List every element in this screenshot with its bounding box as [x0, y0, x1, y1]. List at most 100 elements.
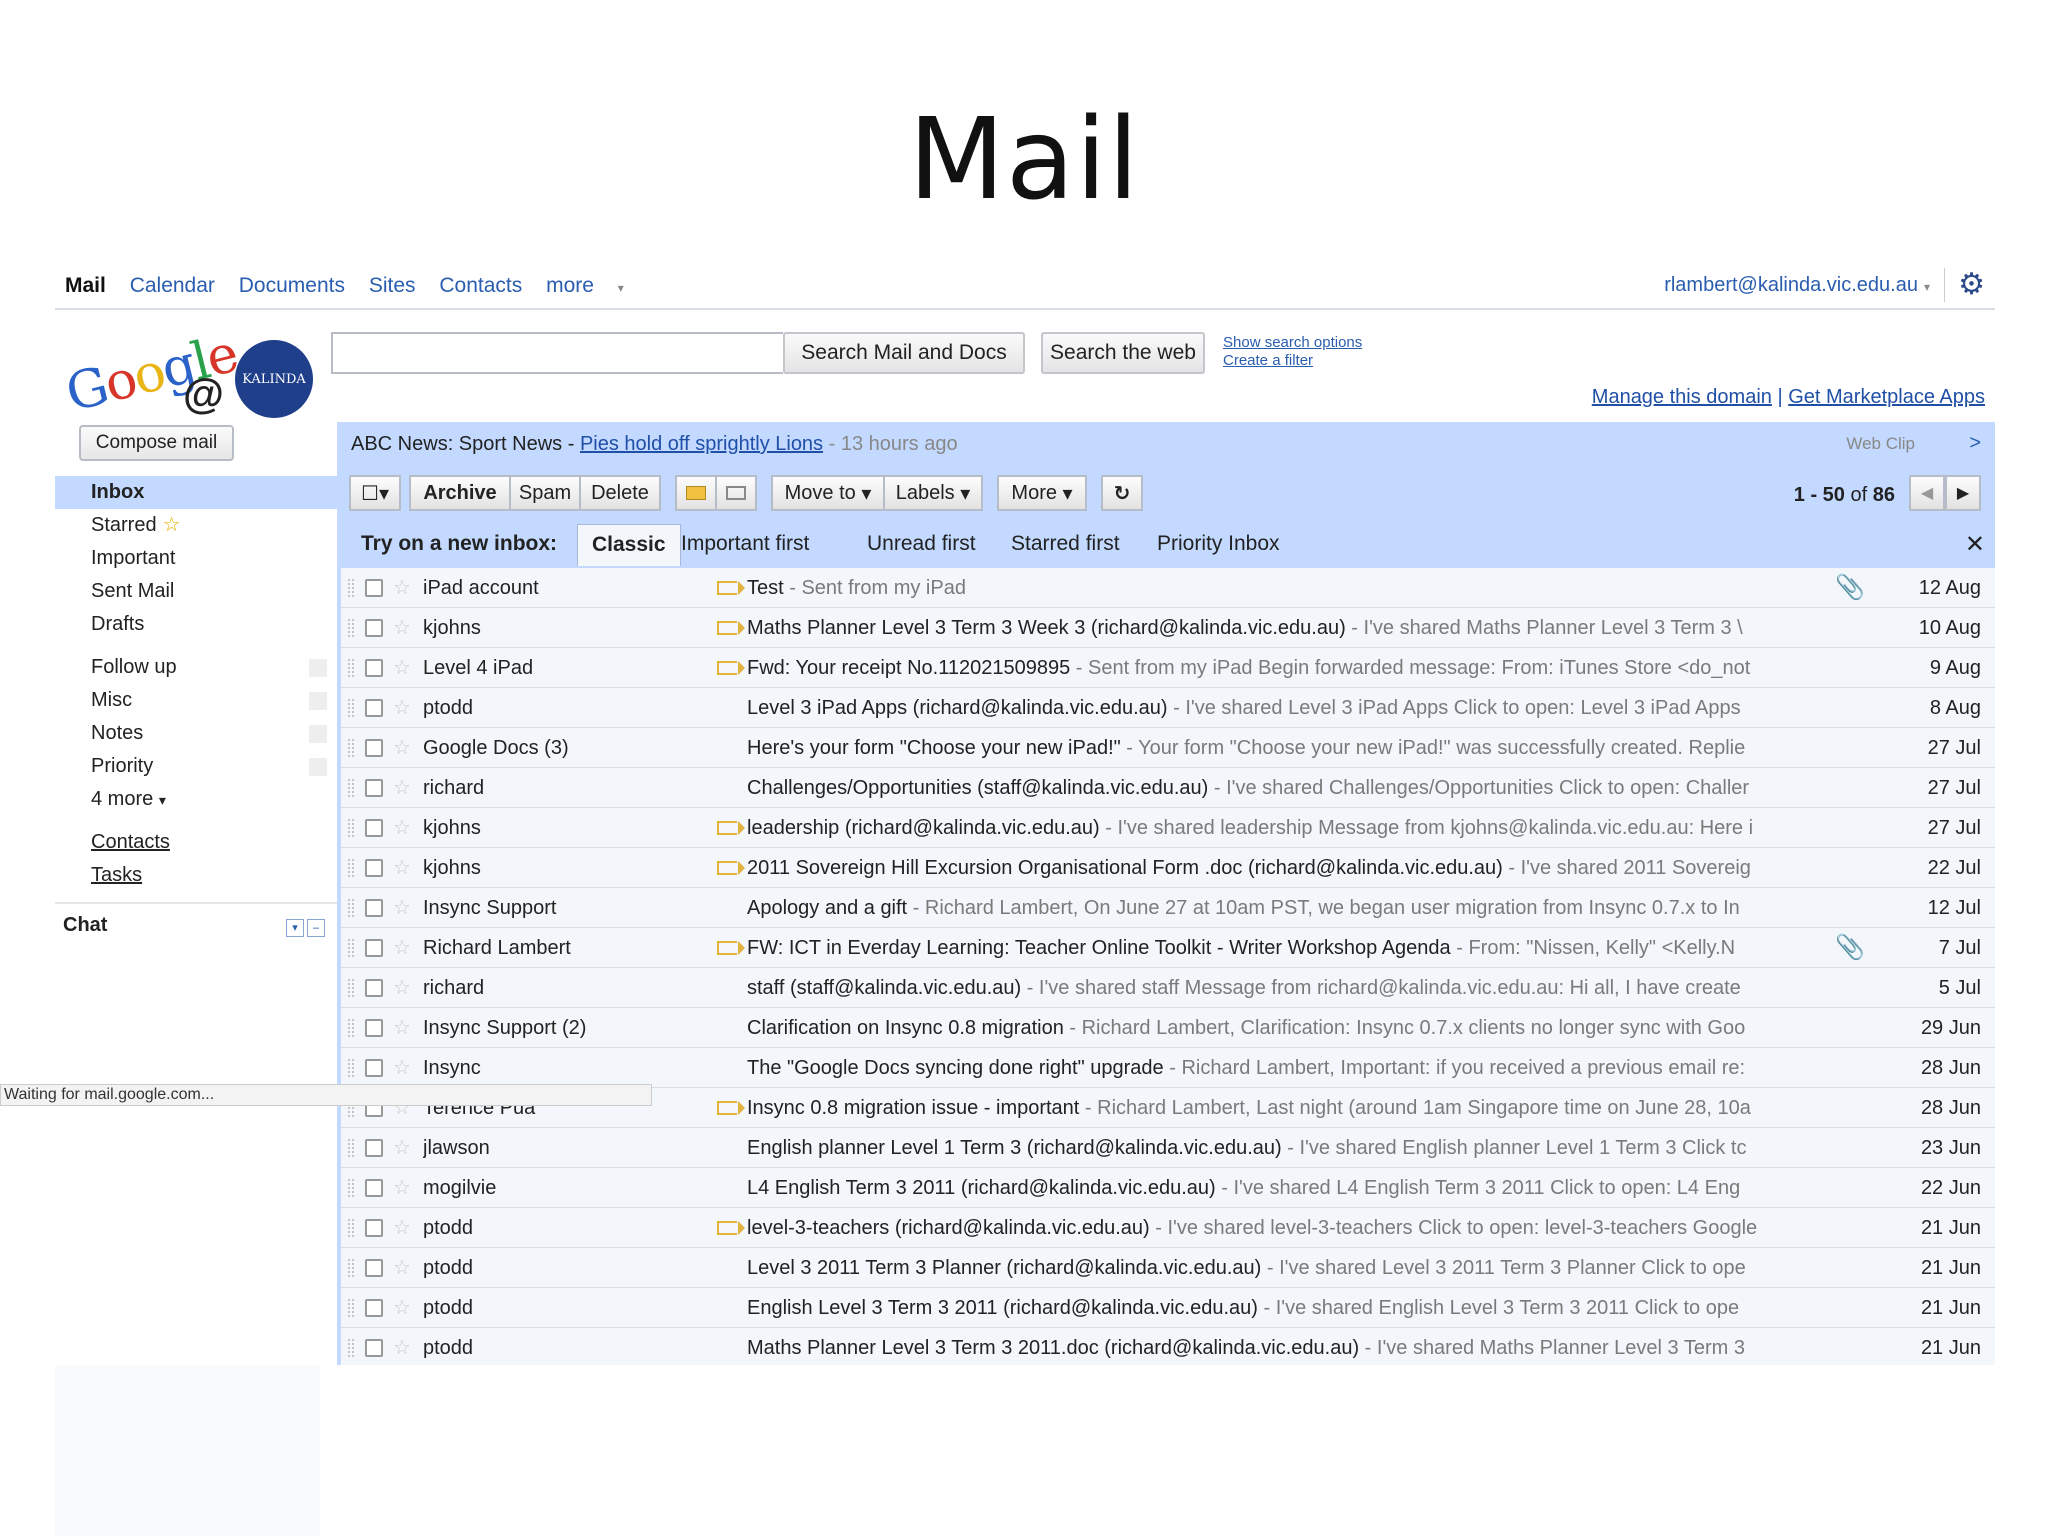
row-checkbox[interactable] — [365, 779, 383, 797]
nav-mail[interactable]: Mail — [65, 274, 106, 297]
web-clip-headline[interactable]: Pies hold off sprightly Lions — [580, 433, 823, 455]
important-marker-icon[interactable] — [717, 1101, 745, 1115]
label-color-swatch[interactable] — [309, 758, 327, 776]
archive-button[interactable]: Archive — [409, 475, 511, 511]
delete-button[interactable]: Delete — [579, 475, 661, 511]
message-row[interactable]: ☆ Richard Lambert FW: ICT in Everday Learn… — [341, 928, 1995, 968]
search-input[interactable] — [331, 332, 783, 374]
sidebar-item-important[interactable]: Important — [55, 542, 337, 575]
close-icon[interactable]: ✕ — [1965, 530, 1985, 559]
mark-important-icon[interactable] — [675, 475, 717, 511]
message-row[interactable]: ☆ mogilvie L4 English Term 3 2011 (richard… — [341, 1168, 1995, 1208]
drag-handle-icon[interactable] — [347, 938, 355, 958]
nav-calendar[interactable]: Calendar — [130, 274, 215, 297]
important-marker-icon[interactable] — [717, 1221, 745, 1235]
account-menu[interactable]: rlambert@kalinda.vic.edu.au ▾ — [1664, 274, 1930, 297]
message-row[interactable]: ☆ ptodd Maths Planner Level 3 Term 3 2011.… — [341, 1328, 1995, 1365]
drag-handle-icon[interactable] — [347, 778, 355, 798]
star-icon[interactable]: ☆ — [393, 775, 411, 800]
message-row[interactable]: ☆ kjohns 2011 Sovereign Hill Excursion Org… — [341, 848, 1995, 888]
row-checkbox[interactable] — [365, 939, 383, 957]
google-kalinda-logo[interactable]: Google @ KALINDA — [60, 322, 315, 432]
star-icon[interactable]: ☆ — [393, 1295, 411, 1320]
message-row[interactable]: ☆ kjohns Maths Planner Level 3 Term 3 Week… — [341, 608, 1995, 648]
row-checkbox[interactable] — [365, 1019, 383, 1037]
star-icon[interactable]: ☆ — [393, 1215, 411, 1240]
message-row[interactable]: ☆ richard staff (staff@kalinda.vic.edu.au)… — [341, 968, 1995, 1008]
message-row[interactable]: ☆ ptodd Level 3 iPad Apps (richard@kalinda… — [341, 688, 1995, 728]
web-clip-tag[interactable]: Web Clip — [1846, 434, 1915, 454]
star-icon[interactable]: ☆ — [393, 695, 411, 720]
more-dropdown[interactable]: More ▾ — [997, 475, 1087, 511]
labels-dropdown[interactable]: Labels ▾ — [883, 475, 983, 511]
star-icon[interactable]: ☆ — [393, 1055, 411, 1080]
row-checkbox[interactable] — [365, 1299, 383, 1317]
spam-button[interactable]: Spam — [509, 475, 581, 511]
drag-handle-icon[interactable] — [347, 858, 355, 878]
row-checkbox[interactable] — [365, 739, 383, 757]
row-checkbox[interactable] — [365, 1139, 383, 1157]
tab-important-first[interactable]: Important first — [681, 532, 809, 556]
star-icon[interactable]: ☆ — [393, 615, 411, 640]
star-icon[interactable]: ☆ — [393, 895, 411, 920]
drag-handle-icon[interactable] — [347, 1338, 355, 1358]
label-color-swatch[interactable] — [309, 692, 327, 710]
star-icon[interactable]: ☆ — [393, 815, 411, 840]
star-icon[interactable]: ☆ — [393, 735, 411, 760]
star-icon[interactable]: ☆ — [393, 975, 411, 1000]
search-mail-button[interactable]: Search Mail and Docs — [783, 332, 1025, 374]
drag-handle-icon[interactable] — [347, 818, 355, 838]
sidebar-link-tasks[interactable]: Tasks — [55, 859, 337, 892]
tab-starred-first[interactable]: Starred first — [1011, 532, 1120, 556]
message-row[interactable]: ☆ Insync Support Apology and a gift - Rich… — [341, 888, 1995, 928]
star-icon[interactable]: ☆ — [393, 1335, 411, 1360]
drag-handle-icon[interactable] — [347, 618, 355, 638]
row-checkbox[interactable] — [365, 579, 383, 597]
manage-domain-link[interactable]: Manage this domain — [1592, 386, 1772, 408]
label-follow-up[interactable]: Follow up — [55, 651, 337, 684]
sidebar-item-sent[interactable]: Sent Mail — [55, 575, 337, 608]
chat-options-icon[interactable]: ▾ — [286, 919, 304, 937]
message-row[interactable]: ☆ ptodd English Level 3 Term 3 2011 (richa… — [341, 1288, 1995, 1328]
important-marker-icon[interactable] — [717, 821, 745, 835]
drag-handle-icon[interactable] — [347, 1258, 355, 1278]
label-misc[interactable]: Misc — [55, 684, 337, 717]
row-checkbox[interactable] — [365, 1219, 383, 1237]
star-icon[interactable]: ☆ — [393, 855, 411, 880]
nav-documents[interactable]: Documents — [239, 274, 345, 297]
message-row[interactable]: ☆ iPad account Test - Sent from my iPad 📎 12… — [341, 568, 1995, 608]
star-icon[interactable]: ☆ — [393, 935, 411, 960]
important-marker-icon[interactable] — [717, 581, 745, 595]
message-row[interactable]: ☆ ptodd Level 3 2011 Term 3 Planner (richa… — [341, 1248, 1995, 1288]
message-row[interactable]: ☆ ptodd level-3-teachers (richard@kalinda.… — [341, 1208, 1995, 1248]
star-icon[interactable]: ☆ — [393, 1255, 411, 1280]
important-marker-icon[interactable] — [717, 621, 745, 635]
star-icon[interactable]: ☆ — [393, 1175, 411, 1200]
drag-handle-icon[interactable] — [347, 1058, 355, 1078]
show-search-options-link[interactable]: Show search options — [1223, 334, 1362, 352]
drag-handle-icon[interactable] — [347, 1298, 355, 1318]
row-checkbox[interactable] — [365, 619, 383, 637]
more-labels[interactable]: 4 more ▾ — [55, 783, 337, 816]
gear-icon[interactable]: ⚙ — [1958, 270, 1985, 300]
older-arrow-icon[interactable]: ▶ — [1945, 475, 1981, 511]
row-checkbox[interactable] — [365, 819, 383, 837]
drag-handle-icon[interactable] — [347, 1218, 355, 1238]
sidebar-item-drafts[interactable]: Drafts — [55, 608, 337, 641]
row-checkbox[interactable] — [365, 699, 383, 717]
minimize-icon[interactable]: – — [307, 919, 325, 937]
row-checkbox[interactable] — [365, 1339, 383, 1357]
row-checkbox[interactable] — [365, 899, 383, 917]
nav-contacts[interactable]: Contacts — [439, 274, 522, 297]
row-checkbox[interactable] — [365, 659, 383, 677]
tab-classic[interactable]: Classic — [577, 524, 681, 566]
label-color-swatch[interactable] — [309, 659, 327, 677]
message-row[interactable]: ☆ kjohns leadership (richard@kalinda.vic.e… — [341, 808, 1995, 848]
row-checkbox[interactable] — [365, 859, 383, 877]
web-clip-next-button[interactable]: > — [1969, 432, 1981, 455]
important-marker-icon[interactable] — [717, 861, 745, 875]
drag-handle-icon[interactable] — [347, 658, 355, 678]
marketplace-link[interactable]: Get Marketplace Apps — [1788, 386, 1985, 408]
mark-unimportant-icon[interactable] — [715, 475, 757, 511]
row-checkbox[interactable] — [365, 1179, 383, 1197]
